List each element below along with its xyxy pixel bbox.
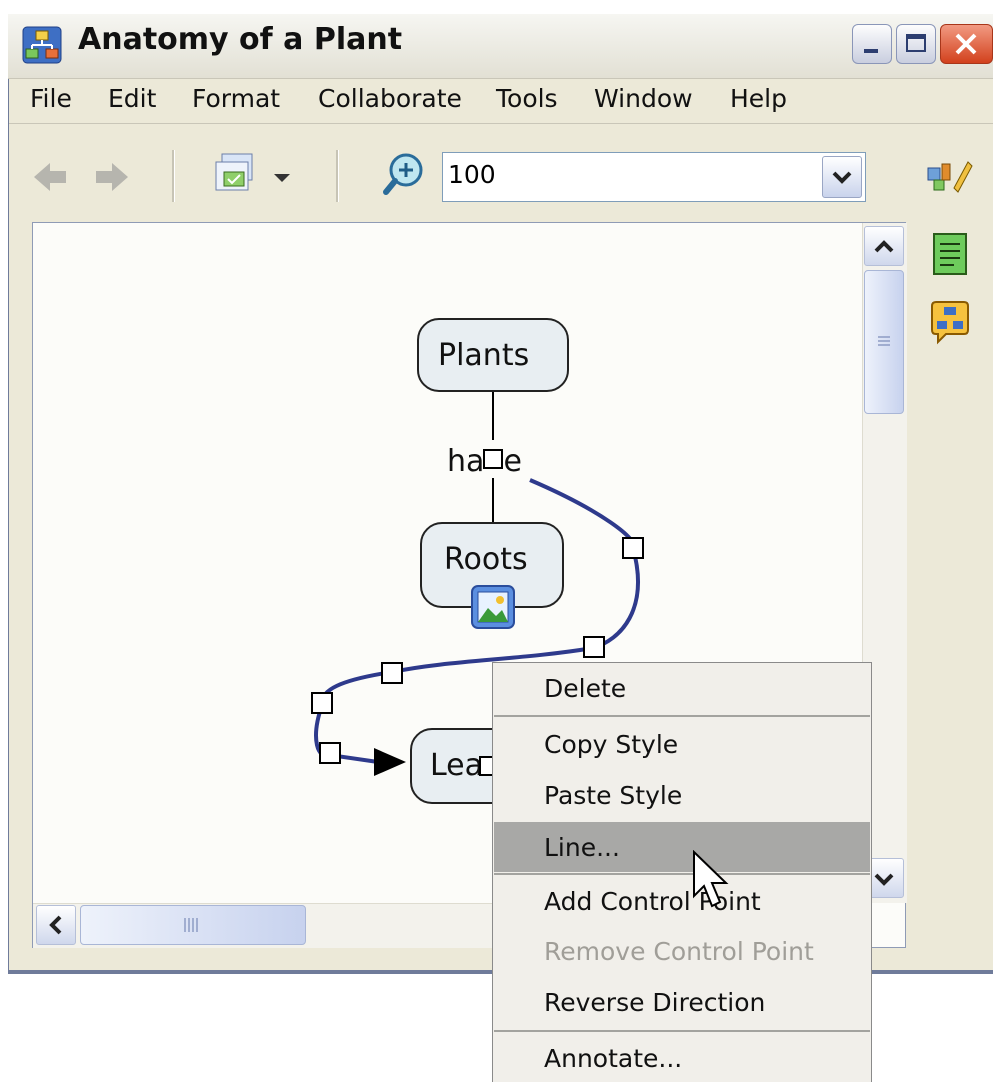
menu-item-annotate[interactable]: Annotate... [544, 1044, 682, 1073]
menu-item-copy-style[interactable]: Copy Style [544, 730, 678, 759]
menu-separator [494, 873, 870, 875]
concept-node-label: Roots [444, 542, 528, 577]
menu-separator [494, 715, 870, 717]
menu-item-remove-control-point: Remove Control Point [544, 937, 814, 966]
control-point[interactable] [622, 537, 644, 559]
concept-node-label: Lea [430, 748, 484, 783]
menu-item-paste-style[interactable]: Paste Style [544, 781, 682, 810]
context-menu [492, 662, 872, 1082]
control-point[interactable] [319, 742, 341, 764]
menu-item-reverse-direction[interactable]: Reverse Direction [544, 988, 765, 1017]
mouse-cursor-icon [693, 850, 729, 908]
menu-item-delete[interactable]: Delete [544, 674, 626, 703]
menu-item-line[interactable]: Line... [544, 833, 620, 862]
control-point[interactable] [583, 636, 605, 658]
control-point[interactable] [311, 692, 333, 714]
concept-node-label: Plants [438, 338, 530, 373]
menu-separator [494, 1030, 870, 1032]
arrowhead-icon [374, 748, 406, 776]
control-point[interactable] [381, 662, 403, 684]
control-point-handle[interactable] [482, 448, 504, 470]
image-resource-icon[interactable] [470, 584, 516, 634]
